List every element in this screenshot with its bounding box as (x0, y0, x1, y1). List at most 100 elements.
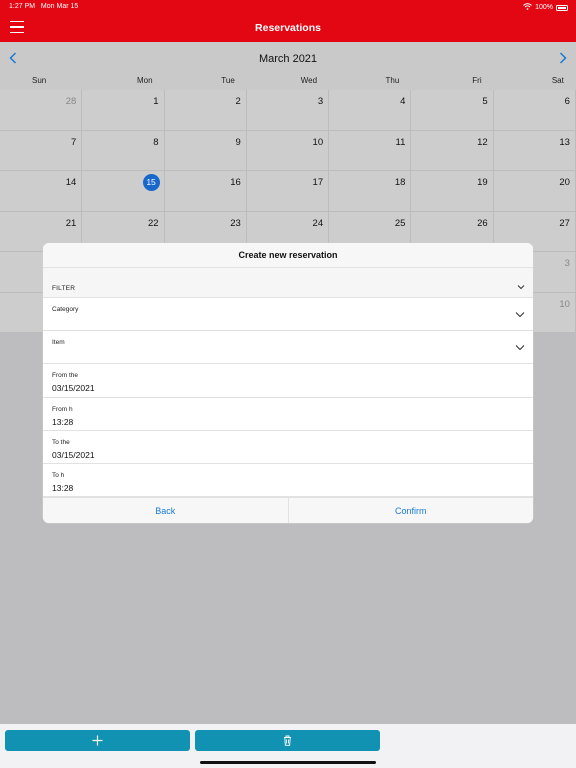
dialog-title: Create new reservation (43, 243, 533, 268)
confirm-button[interactable]: Confirm (287, 498, 534, 523)
day-number: 3 (564, 258, 570, 269)
day-number: 10 (312, 136, 324, 148)
calendar-day[interactable]: 14 (0, 171, 83, 212)
form-field-category[interactable]: Category (43, 298, 533, 332)
day-number: 23 (230, 217, 241, 229)
calendar-header: March 2021 Sun Mon Tue Wed Thu Fri Sat (0, 42, 576, 90)
day-number: 8 (153, 136, 159, 148)
calendar-day[interactable]: 16 (164, 171, 247, 212)
trash-icon (284, 735, 291, 746)
field-value: 03/15/2021 (52, 449, 95, 460)
add-reservation-button[interactable] (5, 730, 190, 751)
app-header: 1:27 PM Mon Mar 15 100% Reservations (0, 0, 576, 42)
status-date: Mon Mar 15 (40, 3, 79, 10)
chevron-down-icon (515, 345, 525, 351)
reservation-form: Category Item From the 03/15/2021 From h 13:2… (43, 298, 533, 498)
calendar-day[interactable]: 7 (0, 130, 83, 171)
weekday-label: Tue (221, 76, 235, 85)
day-number: 16 (230, 177, 241, 188)
day-number: 22 (147, 217, 159, 229)
field-value: 03/15/2021 (52, 383, 95, 394)
back-button[interactable]: Back (43, 498, 288, 523)
field-label: Item (52, 339, 65, 347)
day-number: 14 (65, 177, 77, 188)
day-number: 18 (394, 177, 406, 188)
plus-icon (92, 735, 103, 746)
field-value: 13:28 (52, 482, 74, 493)
day-number: 28 (65, 96, 77, 107)
day-number: 20 (559, 177, 570, 188)
day-number: 25 (394, 217, 406, 229)
day-number: 26 (477, 217, 488, 229)
day-number: 1 (153, 96, 159, 107)
day-number: 19 (477, 177, 488, 188)
chevron-down-icon (515, 312, 525, 318)
delete-reservation-button[interactable] (195, 730, 380, 751)
next-month-button[interactable] (556, 51, 570, 65)
calendar-day[interactable]: 10 (246, 130, 330, 171)
calendar-day[interactable]: 1 (82, 90, 165, 131)
day-number: 12 (477, 136, 488, 148)
weekday-label: Mon (136, 76, 153, 85)
day-number: 27 (559, 217, 570, 229)
calendar-day[interactable]: 28 (0, 90, 83, 131)
bottom-toolbar (0, 724, 576, 768)
create-reservation-dialog: Create new reservation FILTER Category It… (43, 243, 533, 523)
weekday-label: Thu (385, 76, 400, 85)
day-number: 2 (235, 96, 241, 107)
day-number: 11 (395, 136, 406, 148)
calendar-day[interactable]: 15 (82, 171, 165, 212)
calendar-day[interactable]: 18 (329, 171, 412, 212)
wifi-icon (523, 3, 532, 12)
calendar-day[interactable]: 2 (164, 90, 247, 131)
day-number: 24 (312, 217, 324, 229)
field-label: To the (52, 438, 70, 446)
form-field-item[interactable]: Item (43, 331, 533, 365)
weekday-label: Wed (300, 76, 318, 85)
weekday-label: Sun (32, 76, 47, 85)
form-field-from-h[interactable]: From h 13:28 (43, 398, 533, 431)
calendar-day[interactable]: 5 (411, 90, 494, 131)
form-field-to-the[interactable]: To the 03/15/2021 (43, 431, 533, 464)
weekday-label: Fri (472, 76, 482, 85)
day-number: 10 (559, 298, 570, 310)
calendar-day[interactable]: 17 (246, 171, 330, 212)
day-number: 9 (235, 136, 241, 148)
calendar-day[interactable]: 11 (329, 130, 412, 171)
day-number: 3 (317, 96, 324, 107)
battery-percent: 100% (535, 4, 553, 11)
form-field-to-h[interactable]: To h 13:28 (43, 464, 533, 498)
home-indicator (200, 761, 376, 764)
filter-label: FILTER (52, 285, 76, 292)
today-badge: 15 (142, 174, 160, 191)
calendar-day[interactable]: 3 (246, 90, 330, 131)
status-bar-right: 100% (523, 3, 568, 12)
battery-icon (556, 4, 568, 11)
month-title: March 2021 (258, 53, 318, 65)
calendar-day[interactable]: 19 (411, 171, 494, 212)
filter-toggle[interactable]: FILTER (43, 268, 533, 298)
weekday-header-row: Sun Mon Tue Wed Thu Fri Sat (0, 76, 576, 85)
calendar-day[interactable]: 8 (82, 130, 165, 171)
chevron-down-icon (517, 285, 525, 290)
field-label: From h (52, 405, 73, 413)
field-label: From the (52, 372, 79, 380)
calendar-day[interactable]: 4 (329, 90, 412, 131)
day-number: 4 (400, 96, 406, 107)
day-number: 7 (70, 136, 77, 148)
calendar-day[interactable]: 20 (493, 171, 576, 212)
status-bar-left: 1:27 PM Mon Mar 15 (9, 3, 78, 10)
calendar-day[interactable]: 9 (164, 130, 247, 171)
dialog-footer: Back Confirm (43, 497, 533, 523)
chevron-right-icon (559, 52, 567, 64)
calendar-day[interactable]: 6 (493, 90, 576, 131)
calendar-day[interactable]: 13 (493, 130, 576, 171)
day-number: 13 (559, 136, 570, 148)
calendar-day[interactable]: 12 (411, 130, 494, 171)
day-number: 5 (482, 96, 488, 107)
form-field-from-the[interactable]: From the 03/15/2021 (43, 364, 533, 398)
status-time: 1:27 PM (9, 3, 36, 10)
page-title: Reservations (255, 22, 321, 34)
day-number: 6 (564, 96, 570, 107)
day-number: 17 (312, 177, 324, 188)
